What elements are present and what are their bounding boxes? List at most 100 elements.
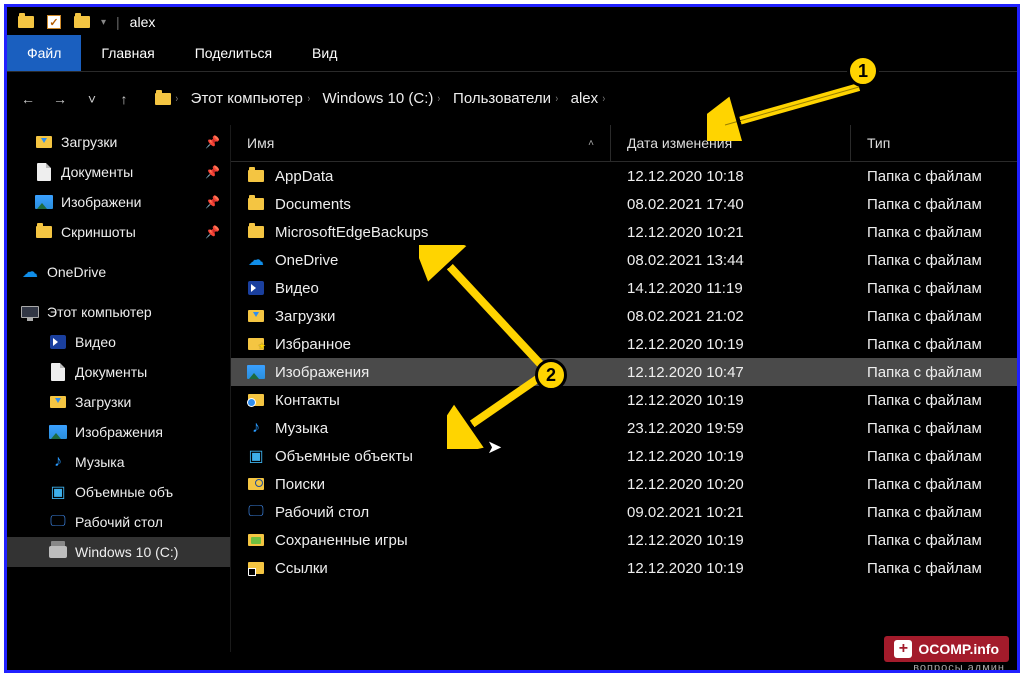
cell-type: Папка с файлам [851,358,1017,386]
sidebar-item-pc[interactable]: 🖵Рабочий стол [7,507,230,537]
file-name: Рабочий стол [275,504,369,521]
cell-type: Папка с файлам [851,386,1017,414]
sidebar-item-pc[interactable]: ♪Музыка [7,447,230,477]
sidebar-item-quick[interactable]: Документы📌 [7,157,230,187]
cell-name: ▣Объемные объекты [231,442,611,470]
breadcrumb-item[interactable]: Пользователи› [449,88,563,109]
cell-type: Папка с файлам [851,414,1017,442]
table-row[interactable]: MicrosoftEdgeBackups12.12.2020 10:21Папк… [231,218,1017,246]
recent-dropdown[interactable]: ˅ [81,91,103,107]
sidebar-item-quick[interactable]: Изображени📌 [7,187,230,217]
document-icon [49,363,67,381]
up-button[interactable]: ↑ [113,91,135,107]
sidebar-item-thispc[interactable]: Этот компьютер [7,297,230,327]
table-row[interactable]: Изображения12.12.2020 10:47Папка с файла… [231,358,1017,386]
table-row[interactable]: Documents08.02.2021 17:40Папка с файлам [231,190,1017,218]
main-area: Загрузки📌Документы📌Изображени📌Скриншоты📌… [7,125,1017,652]
address-bar[interactable]: › Этот компьютер› Windows 10 (C:)› Польз… [145,84,1007,113]
cell-name: MicrosoftEdgeBackups [231,218,611,246]
sidebar-item-label: Загрузки [61,134,117,150]
table-row[interactable]: ☁OneDrive08.02.2021 13:44Папка с файлам [231,246,1017,274]
links-icon [247,559,265,577]
sidebar-item-label: OneDrive [47,264,106,280]
cell-name: Сохраненные игры [231,526,611,554]
favorites-icon [247,335,265,353]
table-row[interactable]: AppData12.12.2020 10:18Папка с файлам [231,162,1017,190]
folder-icon [247,167,265,185]
file-name: Музыка [275,420,328,437]
sidebar-item-pc[interactable]: Видео [7,327,230,357]
downloads-icon [49,393,67,411]
table-row[interactable]: Избранное12.12.2020 10:19Папка с файлам [231,330,1017,358]
sidebar-item-pc[interactable]: Документы [7,357,230,387]
breadcrumb-item[interactable]: Windows 10 (C:)› [319,88,446,109]
cell-name: Избранное [231,330,611,358]
col-type[interactable]: Тип [851,125,1017,161]
sidebar-item-quick[interactable]: Скриншоты📌 [7,217,230,247]
sidebar-item-label: Музыка [75,454,125,470]
downloads-icon [247,307,265,325]
folder-icon [247,223,265,241]
downloads-icon [35,133,53,151]
pictures-icon [49,423,67,441]
checkbox-icon[interactable]: ✓ [45,13,63,31]
breadcrumb-label: alex [571,90,599,107]
table-row[interactable]: Видео14.12.2020 11:19Папка с файлам [231,274,1017,302]
forward-button[interactable]: → [49,91,71,107]
file-name: Видео [275,280,319,297]
computer-icon [21,303,39,321]
onedrive-icon: ☁ [247,251,265,269]
col-label: Имя [247,135,274,151]
video-icon [49,333,67,351]
tab-share[interactable]: Поделиться [175,35,292,71]
table-row[interactable]: Ссылки12.12.2020 10:19Папка с файлам [231,554,1017,582]
table-row[interactable]: Загрузки08.02.2021 21:02Папка с файлам [231,302,1017,330]
cell-type: Папка с файлам [851,162,1017,190]
separator: | [116,14,120,30]
window-title: alex [130,14,156,30]
col-name[interactable]: Имя ˄ [231,125,611,161]
table-row[interactable]: ▣Объемные объекты12.12.2020 10:19Папка с… [231,442,1017,470]
cell-name: AppData [231,162,611,190]
sidebar-item-pc[interactable]: Windows 10 (C:) [7,537,230,567]
file-name: Изображения [275,364,369,381]
pictures-icon [35,193,53,211]
cell-modified: 12.12.2020 10:19 [611,442,851,470]
sidebar-item-pc[interactable]: Изображения [7,417,230,447]
table-row[interactable]: Поиски12.12.2020 10:20Папка с файлам [231,470,1017,498]
file-name: MicrosoftEdgeBackups [275,224,428,241]
title-bar: ✓ ▾ | alex [7,7,1017,35]
content-pane: Имя ˄ Дата изменения Тип AppData12.12.20… [231,125,1017,652]
column-headers: Имя ˄ Дата изменения Тип [231,125,1017,162]
col-modified[interactable]: Дата изменения [611,125,851,161]
cube-icon: ▣ [247,447,265,465]
cell-modified: 08.02.2021 13:44 [611,246,851,274]
cell-modified: 12.12.2020 10:21 [611,218,851,246]
tab-home[interactable]: Главная [81,35,174,71]
cell-type: Папка с файлам [851,526,1017,554]
cell-name: Ссылки [231,554,611,582]
tab-file[interactable]: Файл [7,35,81,71]
sidebar-item-pc[interactable]: ▣Объемные объ [7,477,230,507]
watermark-sub: вопросы админ [913,662,1005,673]
sidebar-item-onedrive[interactable]: ☁ OneDrive [7,257,230,287]
back-button[interactable]: ← [17,91,39,107]
chevron-down-icon[interactable]: ▾ [101,17,106,28]
breadcrumb-item[interactable]: Этот компьютер› [187,88,315,109]
tab-view[interactable]: Вид [292,35,357,71]
table-row[interactable]: ♪ Музыка 23.12.2020 19:59Папка с файлам [231,414,1017,442]
table-row[interactable]: Контакты12.12.2020 10:19Папка с файлам [231,386,1017,414]
breadcrumb-item[interactable]: alex› [567,88,610,109]
table-row[interactable]: Сохраненные игры12.12.2020 10:19Папка с … [231,526,1017,554]
sidebar-item-quick[interactable]: Загрузки📌 [7,127,230,157]
music-icon: ♪ [247,419,265,437]
cell-modified: 23.12.2020 19:59 [611,414,851,442]
cell-type: Папка с файлам [851,302,1017,330]
sidebar-item-label: Этот компьютер [47,304,152,320]
sidebar-item-pc[interactable]: Загрузки [7,387,230,417]
cell-name: Поиски [231,470,611,498]
table-row[interactable]: 🖵Рабочий стол09.02.2021 10:21Папка с фай… [231,498,1017,526]
folder-icon [247,195,265,213]
breadcrumb-root-icon[interactable]: › [151,91,183,107]
cell-type: Папка с файлам [851,442,1017,470]
